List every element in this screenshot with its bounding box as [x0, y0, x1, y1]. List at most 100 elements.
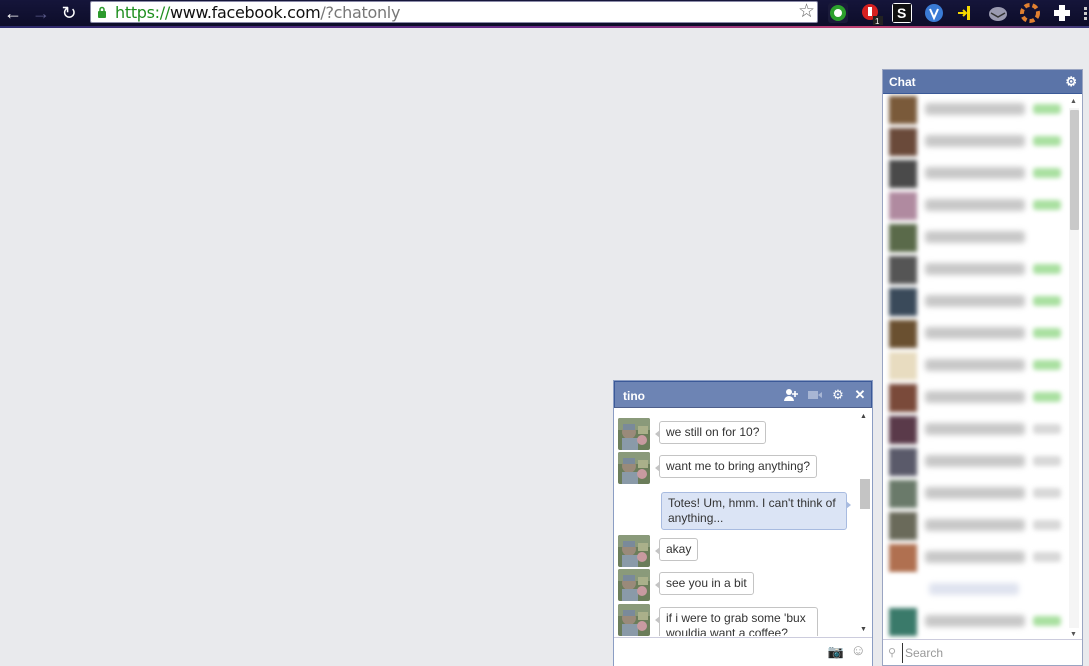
friend-list-item[interactable]	[883, 158, 1067, 190]
outgoing-message-bubble: Totes! Um, hmm. I can't think of anythin…	[661, 492, 851, 530]
friend-list-item[interactable]	[883, 350, 1067, 382]
toolbar-accent-bar	[0, 26, 1089, 28]
contact-avatar[interactable]	[618, 604, 650, 636]
friend-status	[1033, 168, 1061, 178]
friend-status	[1033, 552, 1061, 562]
friend-status	[1033, 456, 1061, 466]
friend-avatar	[889, 128, 917, 156]
friend-avatar	[889, 256, 917, 284]
back-icon[interactable]: ←	[2, 3, 24, 23]
friend-list-item[interactable]	[883, 606, 1067, 638]
friend-avatar	[889, 96, 917, 124]
bookmark-star-icon[interactable]: ☆	[798, 2, 815, 22]
extension-s-icon[interactable]: S	[892, 3, 912, 23]
extension-v-icon[interactable]	[924, 3, 944, 23]
scroll-down-arrow-icon[interactable]: ▼	[860, 626, 867, 633]
extension-badge-count: 1	[875, 17, 880, 25]
friend-name-blurred	[925, 391, 1025, 403]
video-call-icon[interactable]	[807, 387, 823, 403]
extension-adblock-icon[interactable]: 1	[860, 3, 883, 26]
extension-yellow-arrow-icon[interactable]	[956, 3, 976, 23]
friend-list-item[interactable]	[883, 318, 1067, 350]
friend-list-item[interactable]	[883, 286, 1067, 318]
friend-list-item[interactable]	[883, 574, 1067, 606]
friend-name-blurred	[925, 231, 1025, 243]
friend-name-blurred	[925, 263, 1025, 275]
scroll-down-arrow-icon[interactable]: ▼	[1070, 631, 1077, 638]
url-host: www.facebook.com	[169, 3, 321, 22]
friend-avatar	[889, 160, 917, 188]
extension-green-circle-icon[interactable]	[828, 3, 848, 23]
friend-list-item[interactable]	[883, 414, 1067, 446]
contact-avatar[interactable]	[618, 569, 650, 601]
chat-window-title[interactable]: tino	[623, 389, 645, 403]
friend-list-item[interactable]	[883, 94, 1067, 126]
sidebar-scrollbar[interactable]: ▲ ▼	[1067, 98, 1081, 638]
friend-status	[1033, 264, 1061, 274]
search-input[interactable]	[902, 643, 1072, 663]
friend-avatar	[889, 224, 917, 252]
friend-list-item[interactable]	[883, 542, 1067, 574]
friend-avatar	[889, 544, 917, 572]
friend-list-item[interactable]	[883, 190, 1067, 222]
friend-status	[1033, 136, 1061, 146]
sidebar-scroll-thumb[interactable]	[1070, 110, 1079, 230]
browser-toolbar: ← → ↻ https://www.facebook.com/?chatonly…	[0, 0, 1089, 28]
chat-scrollbar[interactable]: ▲ ▼	[857, 409, 871, 635]
friend-name-blurred	[925, 455, 1025, 467]
camera-icon[interactable]: 📷	[828, 644, 844, 660]
friend-list-item[interactable]	[883, 382, 1067, 414]
contact-avatar[interactable]	[618, 418, 650, 450]
friend-list-item[interactable]	[883, 510, 1067, 542]
reload-icon[interactable]: ↻	[58, 3, 80, 23]
forward-icon[interactable]: →	[30, 3, 52, 23]
friend-avatar	[889, 288, 917, 316]
sidebar-search: ⚲	[883, 639, 1082, 665]
friend-list-item[interactable]	[883, 254, 1067, 286]
chat-sidebar-header: Chat ⚙	[883, 70, 1082, 94]
svg-text:S: S	[897, 5, 906, 21]
friend-list-item[interactable]	[883, 222, 1067, 254]
friend-status	[1033, 616, 1061, 626]
chat-scroll-thumb[interactable]	[860, 479, 870, 509]
url-path: /?chatonly	[320, 3, 401, 22]
friend-list-item[interactable]	[883, 478, 1067, 510]
friend-status	[1033, 360, 1061, 370]
scroll-up-arrow-icon[interactable]: ▲	[860, 413, 867, 420]
gear-icon[interactable]: ⚙	[830, 387, 846, 403]
friend-list-item[interactable]	[883, 126, 1067, 158]
friend-name-blurred	[925, 519, 1025, 531]
menu-icon[interactable]	[1082, 3, 1089, 23]
friend-name-blurred	[925, 167, 1025, 179]
emoji-icon[interactable]: ☺	[851, 642, 866, 659]
add-friend-icon[interactable]	[783, 387, 799, 403]
friend-avatar	[889, 576, 917, 604]
incoming-message-bubble: akay	[654, 538, 699, 561]
friend-name-blurred	[925, 199, 1025, 211]
close-icon[interactable]: ✕	[852, 387, 868, 403]
scroll-up-arrow-icon[interactable]: ▲	[1070, 98, 1077, 105]
friend-avatar	[889, 192, 917, 220]
chat-window-header[interactable]: tino ⚙ ✕	[614, 381, 872, 408]
friend-avatar	[889, 352, 917, 380]
contact-avatar[interactable]	[618, 535, 650, 567]
chat-sidebar-title: Chat	[889, 75, 916, 89]
friend-status	[1033, 328, 1061, 338]
incoming-message-bubble: if i were to grab some 'bux wouldja want…	[655, 607, 818, 636]
extension-ring-icon[interactable]	[1020, 3, 1040, 23]
friend-status	[1033, 200, 1061, 210]
friend-status	[1033, 424, 1061, 434]
message-input[interactable]: 📷 ☺	[614, 637, 872, 666]
friend-list-item[interactable]	[883, 446, 1067, 478]
gear-icon[interactable]: ⚙	[1065, 74, 1077, 90]
address-bar[interactable]: https://www.facebook.com/?chatonly ☆	[90, 1, 818, 23]
friend-avatar	[889, 608, 917, 636]
extension-inbox-icon[interactable]	[988, 3, 1008, 23]
contact-avatar[interactable]	[618, 452, 650, 484]
friend-name-blurred	[925, 423, 1025, 435]
address-url: https://www.facebook.com/?chatonly	[115, 3, 400, 23]
friend-status	[1033, 104, 1061, 114]
extension-plus-icon[interactable]	[1052, 3, 1072, 23]
friend-status	[1033, 520, 1061, 530]
lock-icon	[98, 6, 106, 18]
